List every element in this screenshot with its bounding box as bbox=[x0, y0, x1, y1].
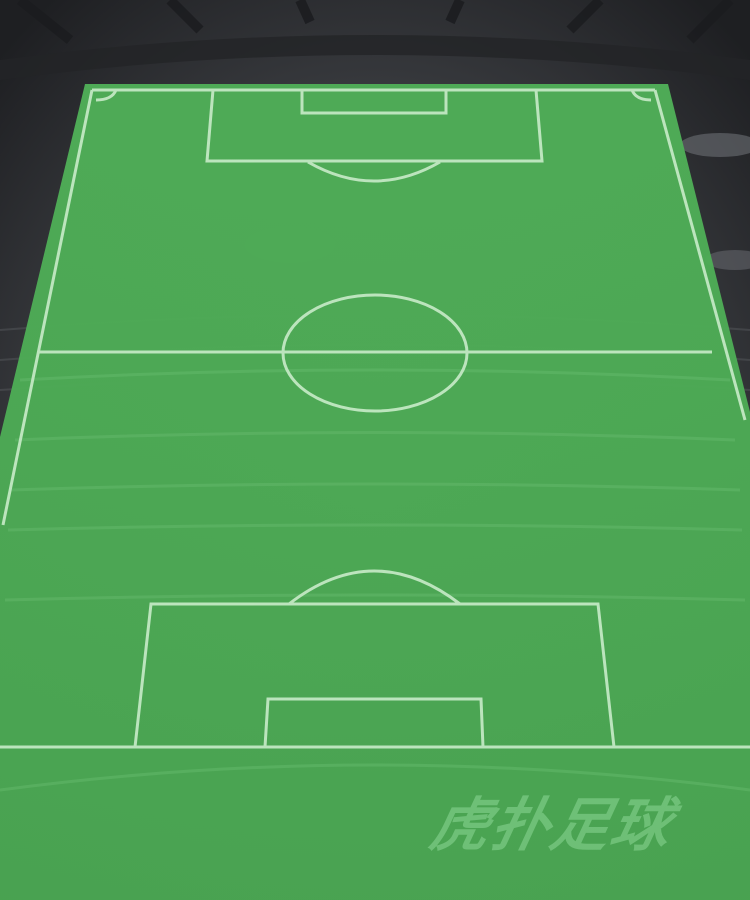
pitch-graphic bbox=[0, 0, 750, 900]
formation-board: 虎扑足球 bbox=[0, 0, 750, 900]
hupu-soccer-watermark: 虎扑足球 bbox=[424, 791, 680, 859]
